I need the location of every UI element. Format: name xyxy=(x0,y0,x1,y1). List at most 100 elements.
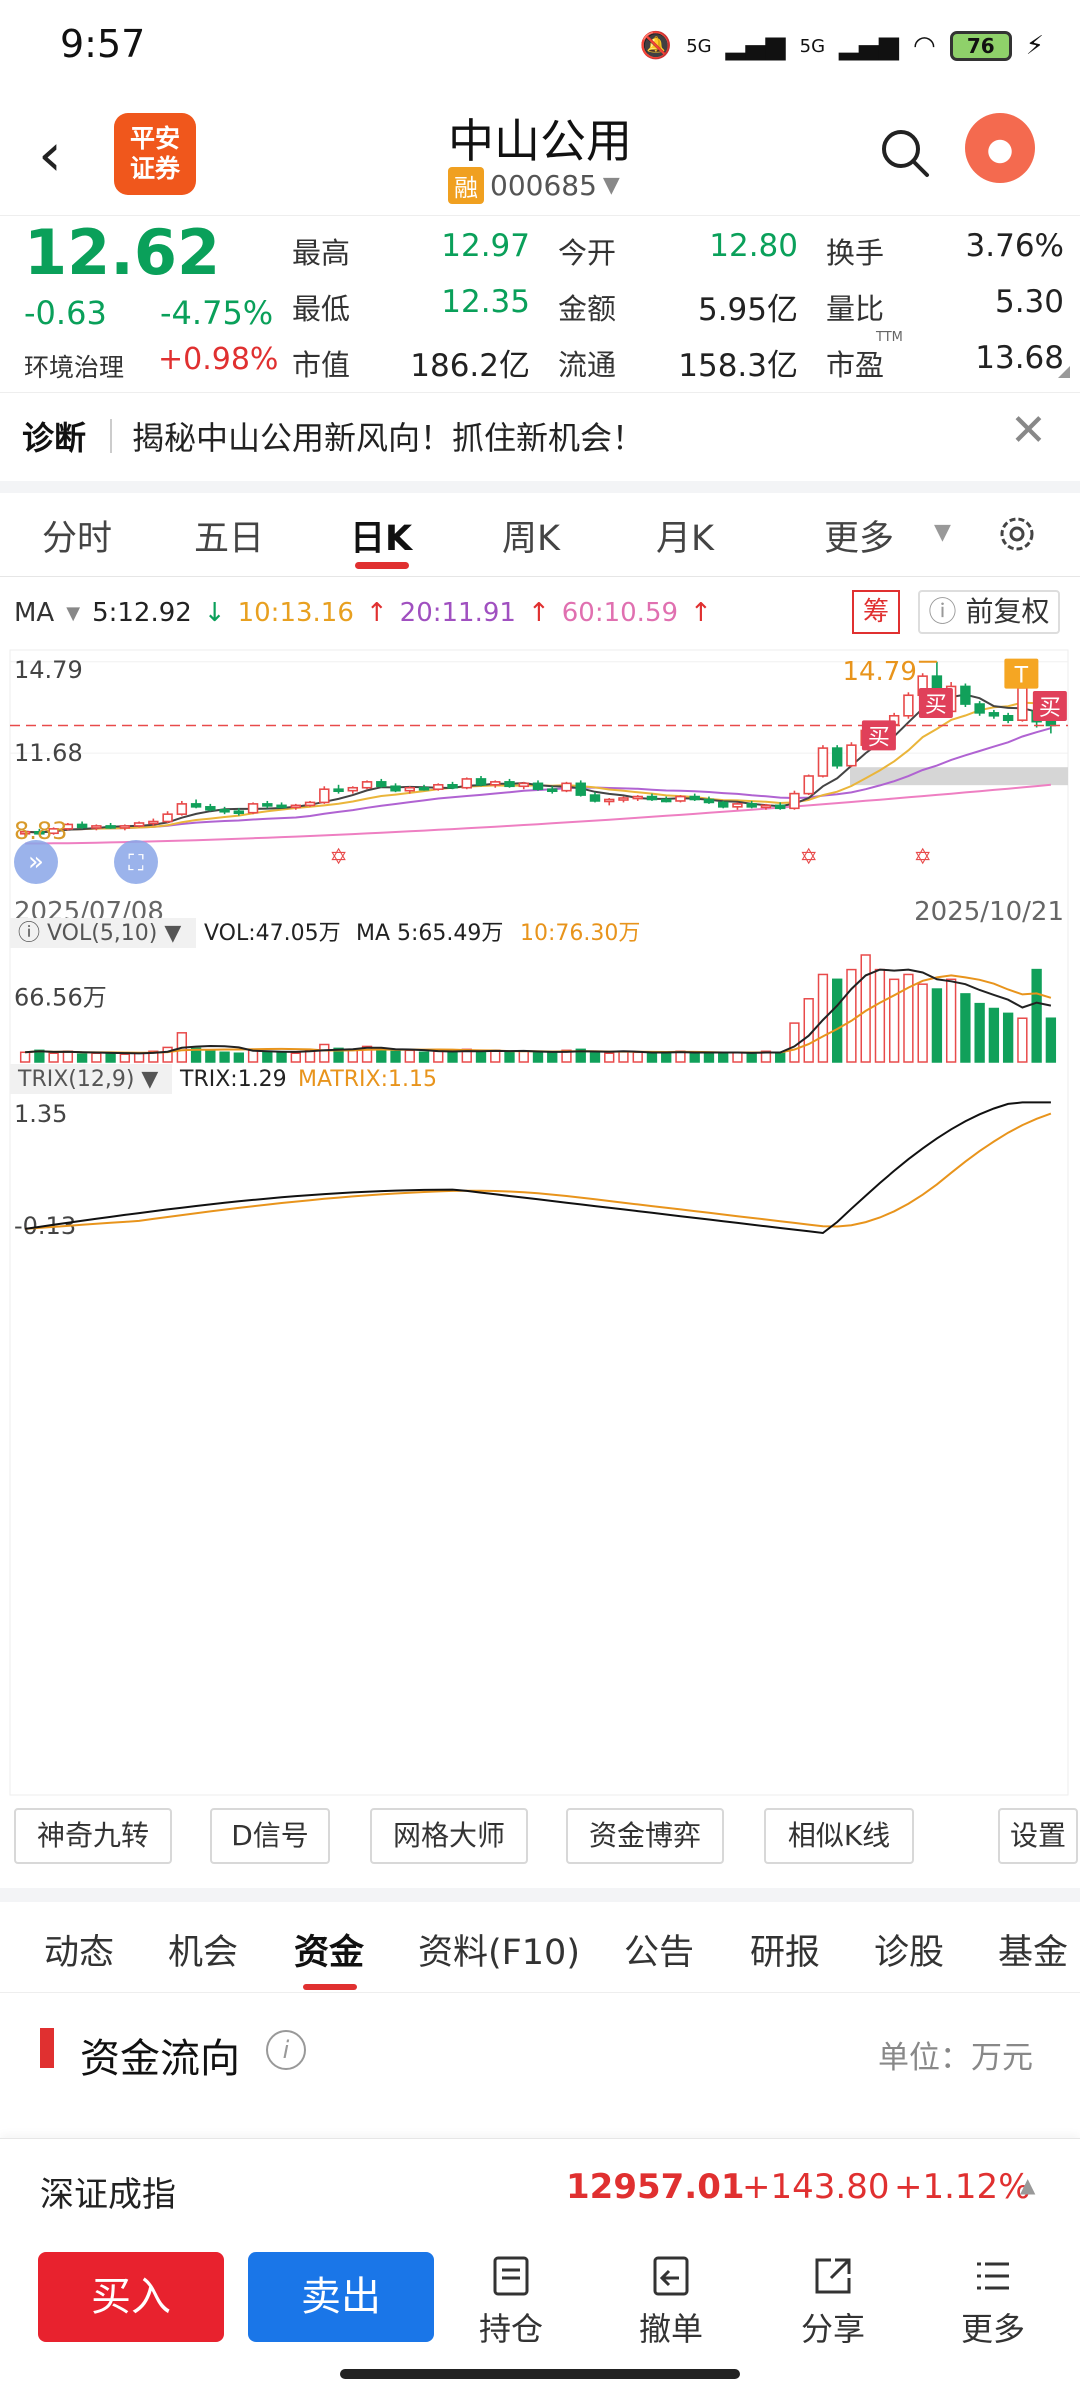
avatar[interactable] xyxy=(965,113,1035,183)
vol-header: ⓘ VOL(5,10) ▼ xyxy=(18,921,181,946)
y-label-top: 14.79 xyxy=(14,656,83,684)
tab-dynamic[interactable]: 动态 xyxy=(44,1924,114,1975)
tool-grid-master[interactable]: 网格大师 xyxy=(370,1808,528,1864)
more-button[interactable]: 更多 xyxy=(938,2254,1048,2350)
volume-bar xyxy=(917,983,928,1063)
candle-body xyxy=(247,803,259,814)
tool-nine-turn[interactable]: 神奇九转 xyxy=(14,1808,172,1864)
quote-value-mktcap: 186.2亿 xyxy=(410,348,530,384)
wifi-icon: ◠ xyxy=(913,31,936,61)
tab-more[interactable]: 更多 xyxy=(824,510,894,561)
candle-body xyxy=(774,804,786,810)
index-ticker[interactable]: 深证成指 12957.01 +143.80 +1.12% ▲ xyxy=(0,2138,1080,2236)
gear-icon[interactable] xyxy=(995,512,1039,556)
quote-value-open: 12.80 xyxy=(709,228,798,264)
candle-body xyxy=(390,785,401,792)
current-price: 12.62 xyxy=(24,216,221,289)
chip-distribution-button[interactable]: 筹 xyxy=(852,590,900,634)
tab-weekly-k[interactable]: 周K xyxy=(502,510,560,561)
volume-bar xyxy=(547,1052,558,1063)
tab-monthly-k[interactable]: 月K xyxy=(656,510,714,561)
volume-bar xyxy=(418,1051,430,1063)
candle-body xyxy=(76,823,88,829)
search-icon[interactable] xyxy=(875,123,935,183)
ma60-value: 60:10.59 xyxy=(561,598,679,628)
event-marker-icon: ✡ xyxy=(329,845,347,870)
support-band xyxy=(850,767,1068,786)
home-indicator xyxy=(340,2369,740,2379)
candle-body xyxy=(903,694,914,717)
candle-body xyxy=(133,822,145,827)
close-icon[interactable]: ✕ xyxy=(1010,405,1047,456)
ma-legend[interactable]: MA ▼ 5:12.92 ↓ 10:13.16 ↑ 20:11.91 ↑ 60:10.… xyxy=(14,598,712,628)
info-icon[interactable]: i xyxy=(266,2030,306,2070)
tab-announcements[interactable]: 公告 xyxy=(624,1924,694,1975)
sell-button[interactable]: 卖出 xyxy=(248,2252,434,2342)
candle-body xyxy=(974,703,985,714)
kline-chart[interactable]: 14.7911.688.8314.79买买 买T✡ ✡ ✡» ⛶2025/07/08 20… xyxy=(0,640,1080,1800)
volume-bar xyxy=(504,1051,515,1063)
volume-bar xyxy=(133,1052,145,1063)
candle-body xyxy=(789,792,800,810)
tab-fund[interactable]: 基金 xyxy=(998,1924,1068,1975)
candle-body xyxy=(233,810,245,815)
candle-body xyxy=(447,784,458,789)
candle-body xyxy=(589,794,601,802)
candle-body xyxy=(803,775,814,795)
index-value: 12957.01 xyxy=(566,2167,745,2207)
cancel-order-button[interactable]: 撤单 xyxy=(616,2254,726,2350)
quote-label-pe: 市盈 xyxy=(826,348,885,382)
index-change: +143.80 xyxy=(742,2167,890,2207)
quote-panel: 12.62 -0.63 -4.75% 环境治理 +0.98% 最高 12.97 … xyxy=(0,215,1080,386)
tab-daily-k[interactable]: 日K xyxy=(350,510,412,561)
diagnosis-banner[interactable]: 诊断 揭秘中山公用新风向！抓住新机会！ ✕ xyxy=(0,392,1080,493)
sector-label[interactable]: 环境治理 xyxy=(24,348,124,384)
candle-body xyxy=(746,803,757,808)
volume-bar xyxy=(76,1053,88,1063)
chevron-down-icon: ▼ xyxy=(934,520,951,545)
diagnosis-text[interactable]: 揭秘中山公用新风向！抓住新机会！ xyxy=(132,413,644,459)
tool-similar-k[interactable]: 相似K线 xyxy=(764,1808,914,1864)
quote-value-high: 12.97 xyxy=(441,228,530,264)
tool-fund-game[interactable]: 资金博弈 xyxy=(566,1808,724,1864)
tool-d-signal[interactable]: D信号 xyxy=(210,1808,330,1864)
volume-bar xyxy=(205,1049,216,1063)
candle-body xyxy=(376,781,387,788)
candle-body xyxy=(1017,687,1028,721)
share-button[interactable]: 分享 xyxy=(778,2254,888,2350)
candle-body xyxy=(276,804,287,809)
tab-opportunity[interactable]: 机会 xyxy=(168,1924,238,1975)
margin-badge: 融 xyxy=(448,167,484,204)
candle-body xyxy=(304,801,316,807)
ma20-line xyxy=(25,727,1052,834)
tab-diagnose[interactable]: 诊股 xyxy=(874,1924,944,1975)
candle-body xyxy=(190,803,202,808)
candle-body xyxy=(817,747,829,777)
caret-up-icon[interactable]: ▲ xyxy=(1020,2173,1035,2197)
tab-research[interactable]: 研报 xyxy=(750,1924,820,1975)
candle-body xyxy=(717,801,729,808)
tool-settings[interactable]: 设置 xyxy=(998,1808,1078,1864)
tab-5day[interactable]: 五日 xyxy=(194,510,264,561)
volume-bar xyxy=(48,1052,59,1063)
vol-y-label: 66.56万 xyxy=(14,983,107,1011)
candle-body xyxy=(219,808,230,813)
volume-bar xyxy=(219,1051,230,1063)
tab-f10[interactable]: 资料(F10) xyxy=(418,1924,580,1975)
down-arrow-icon: ↓ xyxy=(203,598,226,628)
quote-label-float: 流通 xyxy=(558,348,617,382)
positions-label: 持仓 xyxy=(478,2310,543,2348)
buy-button[interactable]: 买入 xyxy=(38,2252,224,2342)
expand-corner-icon[interactable] xyxy=(1058,366,1070,378)
candle-body xyxy=(91,825,102,829)
status-bar: 9:57 🔕 5G ▂▄▆ 5G ▂▄▆ ◠ 76 ⚡ xyxy=(0,0,1080,90)
stock-code-row[interactable]: 融 000685 ▼ xyxy=(448,167,620,204)
high-price-label: 14.79 xyxy=(842,657,916,687)
quote-value-turnover: 3.76% xyxy=(965,228,1064,264)
volume-bar xyxy=(433,1050,444,1063)
adjust-button[interactable]: ⓘ 前复权 xyxy=(918,590,1060,634)
info-tabs: 动态 机会 资金 资料(F10) 公告 研报 诊股 基金 xyxy=(0,1902,1080,1993)
positions-button[interactable]: 持仓 xyxy=(456,2254,566,2350)
tab-funds[interactable]: 资金 xyxy=(294,1924,364,1975)
tab-intraday[interactable]: 分时 xyxy=(42,510,112,561)
